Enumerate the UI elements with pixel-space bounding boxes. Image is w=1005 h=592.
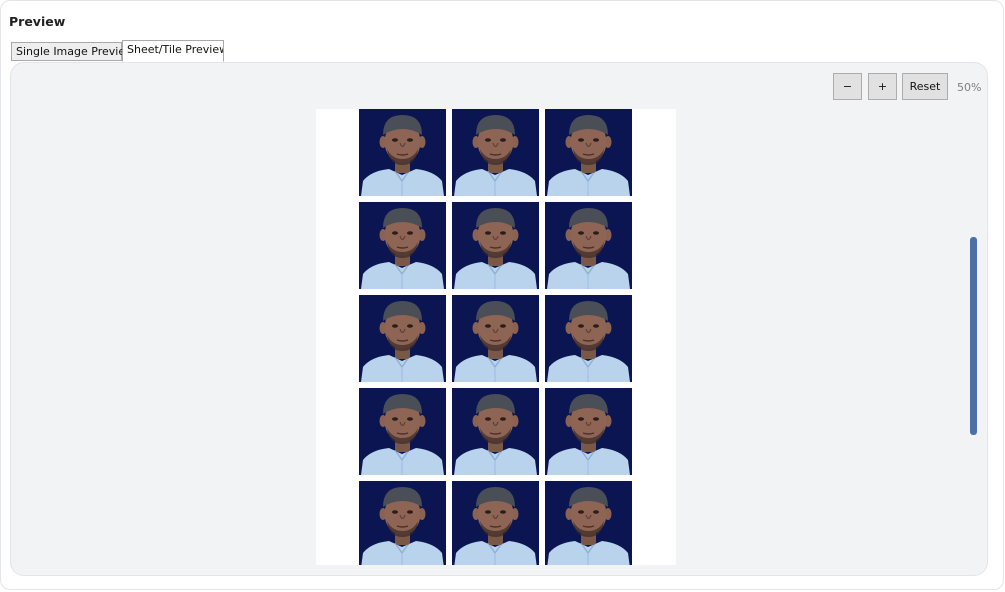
photo-sheet: [316, 109, 676, 565]
panel-title: Preview: [9, 14, 66, 29]
preview-panel: Preview Single Image Preview Sheet/Tile …: [0, 0, 1004, 590]
passport-photo-tile: [359, 481, 446, 565]
passport-photo-tile: [452, 481, 539, 565]
sheet-preview-area: − + Reset 50%: [10, 62, 988, 576]
zoom-out-button[interactable]: −: [833, 73, 862, 100]
zoom-level-label: 50%: [957, 81, 982, 94]
vertical-scrollbar[interactable]: [970, 237, 977, 435]
passport-photo-tile: [545, 109, 632, 196]
tab-single-image-preview[interactable]: Single Image Preview: [11, 42, 134, 61]
passport-photo-tile: [359, 109, 446, 196]
passport-photo-tile: [452, 388, 539, 475]
passport-photo-tile: [359, 388, 446, 475]
passport-photo-tile: [452, 202, 539, 289]
passport-photo-tile: [545, 202, 632, 289]
tab-sheet-tile-preview[interactable]: Sheet/Tile Preview: [122, 40, 224, 62]
photo-grid: [359, 109, 632, 565]
zoom-reset-button[interactable]: Reset: [902, 73, 948, 100]
zoom-in-button[interactable]: +: [868, 73, 897, 100]
passport-photo-tile: [359, 295, 446, 382]
passport-photo-tile: [359, 202, 446, 289]
passport-photo-tile: [452, 109, 539, 196]
passport-photo-tile: [545, 295, 632, 382]
passport-photo-tile: [545, 388, 632, 475]
passport-photo-tile: [545, 481, 632, 565]
passport-photo-tile: [452, 295, 539, 382]
